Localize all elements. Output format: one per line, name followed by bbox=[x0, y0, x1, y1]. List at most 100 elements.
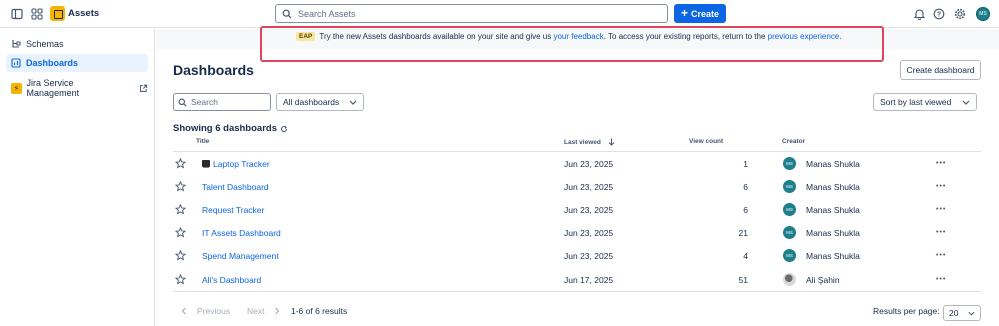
notifications-bell-icon[interactable] bbox=[911, 6, 927, 22]
view-count-cell: 1 bbox=[743, 158, 748, 169]
more-actions-icon[interactable]: ••• bbox=[936, 221, 956, 244]
creator-avatar: MS bbox=[783, 249, 796, 262]
page-title: Dashboards bbox=[173, 62, 254, 78]
sort-select[interactable]: Sort by last viewed bbox=[873, 93, 977, 111]
table-row: Ali's Dashboard Jun 17, 2025 51 Ali Şahin ••… bbox=[173, 268, 981, 291]
external-link-icon bbox=[140, 84, 148, 92]
chevron-left-icon bbox=[181, 307, 186, 315]
previous-page-button[interactable]: Previous bbox=[181, 306, 230, 316]
feedback-link[interactable]: your feedback bbox=[553, 32, 603, 41]
chevron-down-icon bbox=[968, 311, 975, 316]
assets-logo-icon[interactable] bbox=[50, 6, 65, 21]
sort-arrow-down-icon bbox=[608, 138, 615, 146]
star-favorite-icon[interactable] bbox=[175, 198, 189, 221]
sidebar-item-dashboards[interactable]: Dashboards bbox=[6, 54, 148, 72]
sidebar: Schemas Dashboards ⚡ Jira Service Manage… bbox=[0, 29, 155, 326]
star-favorite-icon[interactable] bbox=[175, 268, 189, 291]
sidebar-item-label: Dashboards bbox=[26, 58, 79, 68]
creator-cell: Ali Şahin bbox=[783, 268, 933, 291]
view-count-cell: 21 bbox=[738, 227, 748, 238]
table-footer-divider bbox=[173, 291, 981, 292]
search-icon bbox=[282, 9, 292, 18]
column-header-last-viewed[interactable]: Last viewed bbox=[564, 138, 615, 146]
dashboard-title-cell: IT Assets Dashboard bbox=[202, 221, 542, 244]
column-header-view-count[interactable]: View count bbox=[689, 138, 723, 145]
laptop-emoji-icon bbox=[202, 160, 210, 167]
column-header-title[interactable]: Title bbox=[196, 138, 209, 145]
table-row: IT Assets Dashboard Jun 23, 2025 21 MS Manas… bbox=[173, 221, 981, 244]
creator-avatar: MS bbox=[783, 157, 796, 170]
creator-name: Manas Shukla bbox=[806, 181, 860, 192]
creator-name: Manas Shukla bbox=[806, 204, 860, 215]
sidebar-item-schemas[interactable]: Schemas bbox=[6, 35, 148, 53]
star-favorite-icon[interactable] bbox=[175, 221, 189, 244]
eap-badge: EAP bbox=[296, 32, 316, 41]
last-viewed-cell: Jun 23, 2025 bbox=[564, 181, 614, 192]
star-favorite-icon[interactable] bbox=[175, 152, 189, 175]
app-switcher-icon[interactable] bbox=[29, 6, 45, 22]
top-navigation: Assets Search Assets + Create ? MS bbox=[0, 0, 999, 28]
global-search-input[interactable]: Search Assets bbox=[275, 4, 668, 23]
dashboard-title-cell: Talent Dashboard bbox=[202, 175, 542, 198]
more-actions-icon[interactable]: ••• bbox=[936, 175, 956, 198]
help-icon[interactable]: ? bbox=[931, 6, 947, 22]
dashboard-title-link[interactable]: Ali's Dashboard bbox=[202, 275, 261, 285]
sidebar-item-jira-service-management[interactable]: ⚡ Jira Service Management bbox=[6, 78, 148, 98]
search-icon bbox=[178, 98, 187, 106]
eap-banner: EAP Try the new Assets dashboards availa… bbox=[296, 32, 842, 41]
sidebar-item-label: Jira Service Management bbox=[26, 78, 80, 98]
column-header-creator[interactable]: Creator bbox=[782, 138, 805, 145]
creator-cell: MS Manas Shukla bbox=[783, 221, 933, 244]
dashboard-title-cell: Ali's Dashboard bbox=[202, 268, 542, 291]
creator-avatar: MS bbox=[783, 180, 796, 193]
create-dashboard-button[interactable]: Create dashboard bbox=[900, 60, 981, 80]
last-viewed-cell: Jun 23, 2025 bbox=[564, 158, 614, 169]
view-count-cell: 6 bbox=[743, 181, 748, 192]
dashboard-title-link[interactable]: IT Assets Dashboard bbox=[202, 228, 281, 238]
more-actions-icon[interactable]: ••• bbox=[936, 152, 956, 175]
creator-name: Manas Shukla bbox=[806, 250, 860, 261]
last-viewed-cell: Jun 23, 2025 bbox=[564, 250, 614, 261]
banner-text-1: Try the new Assets dashboards available … bbox=[319, 32, 552, 41]
dashboard-title-link[interactable]: Request Tracker bbox=[202, 205, 264, 215]
dashboards-count-text: Showing 6 dashboards bbox=[173, 123, 277, 134]
results-per-page-value: 20 bbox=[949, 308, 959, 318]
dashboard-title-link[interactable]: Talent Dashboard bbox=[202, 182, 269, 192]
next-label: Next bbox=[247, 306, 265, 316]
create-button[interactable]: + Create bbox=[674, 4, 726, 23]
star-favorite-icon[interactable] bbox=[175, 175, 189, 198]
dashboard-title-cell: Request Tracker bbox=[202, 198, 542, 221]
next-page-button[interactable]: Next bbox=[247, 306, 280, 316]
star-favorite-icon[interactable] bbox=[175, 244, 189, 267]
results-per-page-select[interactable]: 20 bbox=[943, 305, 981, 321]
last-viewed-cell: Jun 23, 2025 bbox=[564, 227, 614, 238]
creator-name: Manas Shukla bbox=[806, 158, 860, 169]
dashboard-title-link[interactable]: Spend Management bbox=[202, 251, 279, 261]
banner-text-3: . bbox=[839, 32, 842, 41]
dashboard-title-cell: Spend Management bbox=[202, 244, 542, 267]
banner-text-2: . To access your existing reports, retur… bbox=[603, 32, 766, 41]
creator-cell: MS Manas Shukla bbox=[783, 152, 933, 175]
dashboard-title-link[interactable]: Laptop Tracker bbox=[213, 159, 270, 169]
user-avatar[interactable]: MS bbox=[976, 7, 990, 21]
refresh-icon[interactable] bbox=[280, 125, 288, 133]
previous-experience-link[interactable]: previous experience bbox=[768, 32, 840, 41]
dashboard-chart-icon bbox=[11, 58, 21, 68]
settings-gear-icon[interactable] bbox=[952, 6, 968, 22]
last-viewed-cell: Jun 17, 2025 bbox=[564, 274, 614, 285]
app-name[interactable]: Assets bbox=[68, 8, 99, 19]
filter-select-value: All dashboards bbox=[283, 97, 340, 107]
creator-name: Manas Shukla bbox=[806, 227, 860, 238]
more-actions-icon[interactable]: ••• bbox=[936, 244, 956, 267]
chevron-down-icon bbox=[349, 100, 357, 105]
view-count-cell: 4 bbox=[743, 250, 748, 261]
more-actions-icon[interactable]: ••• bbox=[936, 268, 956, 291]
global-search-placeholder: Search Assets bbox=[298, 8, 356, 19]
dashboard-filter-select[interactable]: All dashboards bbox=[276, 93, 364, 111]
previous-label: Previous bbox=[197, 306, 231, 316]
dashboard-search-input[interactable]: Search bbox=[173, 93, 271, 111]
more-actions-icon[interactable]: ••• bbox=[936, 198, 956, 221]
sidebar-toggle-icon[interactable] bbox=[9, 6, 25, 22]
creator-cell: MS Manas Shukla bbox=[783, 244, 933, 267]
table-row: Spend Management Jun 23, 2025 4 MS Manas Shu… bbox=[173, 244, 981, 267]
